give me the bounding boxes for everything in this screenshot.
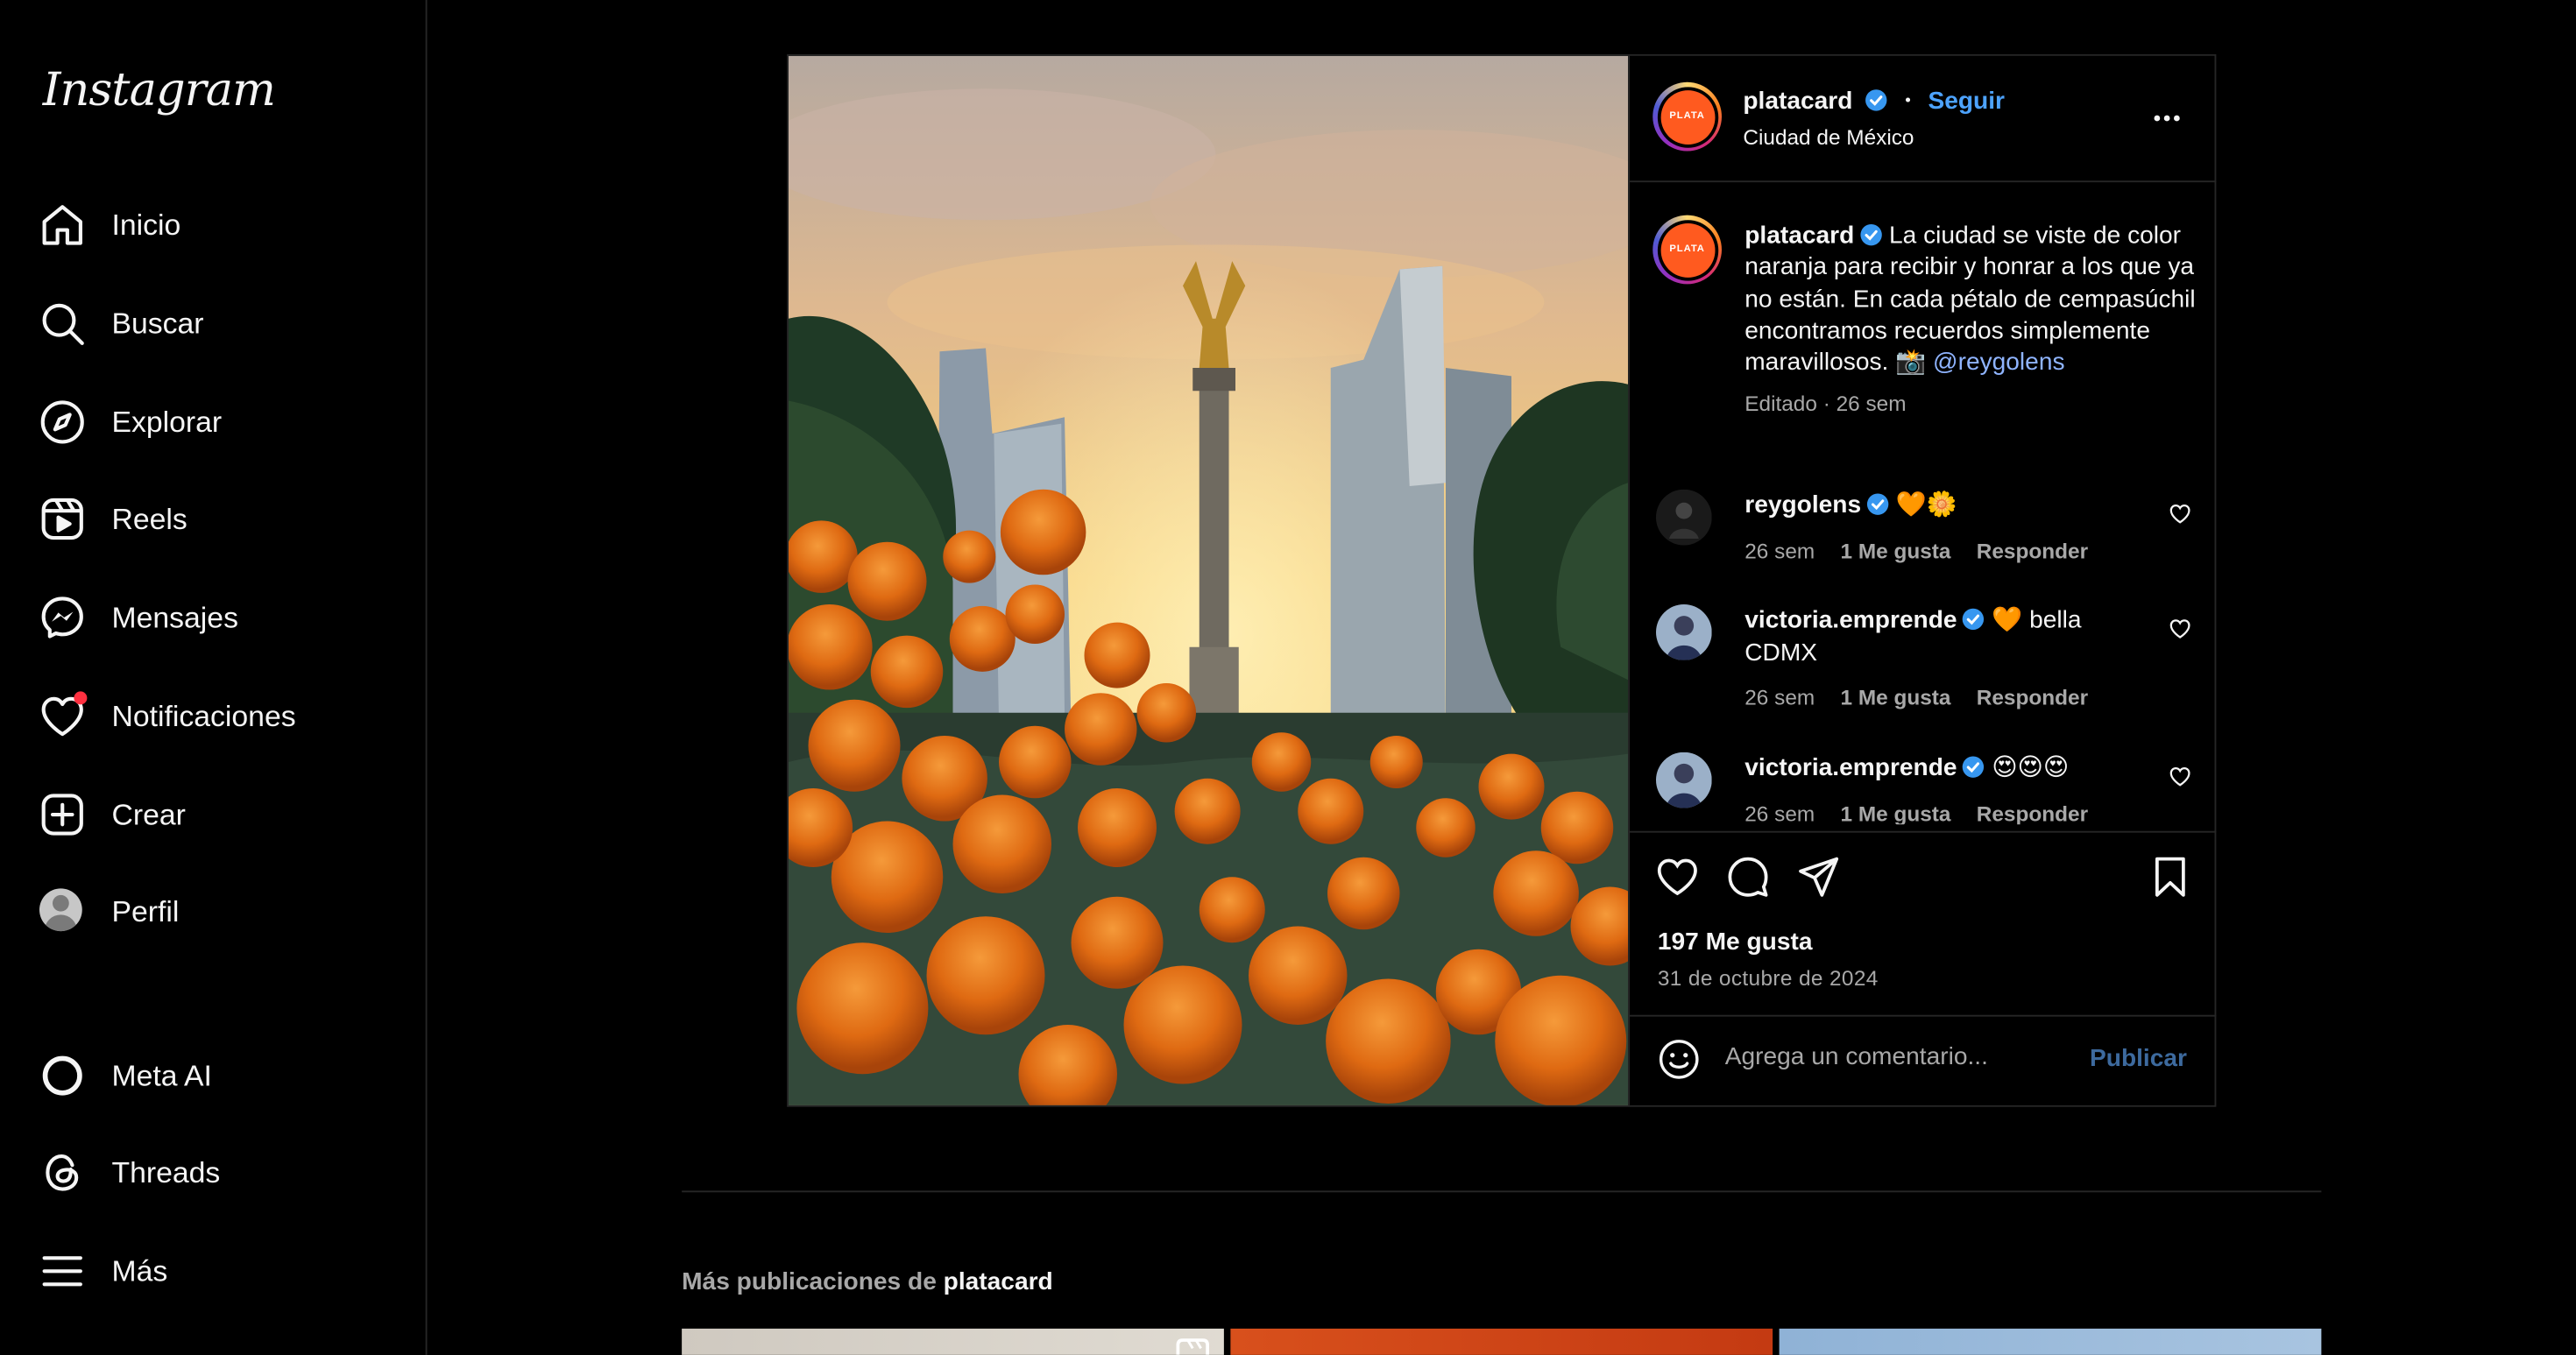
commenter-avatar[interactable]: [1656, 489, 1712, 546]
sidebar-item-label: Mensajes: [111, 600, 238, 633]
notification-dot: [74, 691, 88, 705]
sidebar-item-label: Threads: [111, 1155, 221, 1189]
comment-input[interactable]: [1724, 1042, 2054, 1071]
plus-square-icon: [39, 792, 86, 838]
sidebar-item-perfil[interactable]: Perfil: [39, 879, 179, 944]
comment-like-icon[interactable]: [2169, 618, 2191, 640]
commenter-username[interactable]: victoria.emprende: [1744, 754, 1957, 782]
sidebar-item-threads[interactable]: Threads: [39, 1140, 220, 1205]
instagram-logo[interactable]: Instagram: [43, 62, 276, 116]
comment-item: victoria.emprende 😍😍😍 26 sem 1 Me gusta …: [1656, 752, 2198, 824]
sidebar-item-explorar[interactable]: Explorar: [39, 389, 222, 455]
author-avatar[interactable]: PLATA: [1652, 81, 1722, 152]
comment-box: Publicar: [1630, 1013, 2216, 1105]
comment-icon[interactable]: [1727, 856, 1770, 899]
share-icon[interactable]: [1797, 856, 1840, 899]
sidebar-item-crear[interactable]: Crear: [39, 782, 186, 848]
instagram-page: Instagram Inicio Buscar Explorar Reels M…: [0, 0, 2576, 1355]
publish-button[interactable]: Publicar: [2090, 1045, 2187, 1073]
comment-text: 🧡🌼: [1895, 490, 1957, 519]
sidebar-item-reels[interactable]: Reels: [39, 486, 188, 552]
sidebar: Instagram Inicio Buscar Explorar Reels M…: [0, 0, 428, 1355]
sidebar-item-label: Crear: [111, 797, 186, 830]
sidebar-item-mas[interactable]: Más: [39, 1239, 167, 1304]
caption-meta: Editado · 26 sem: [1744, 392, 1907, 417]
save-icon[interactable]: [2149, 856, 2192, 899]
post-card: PLATA platacard • Seguir Ciudad de Méxic…: [787, 53, 2217, 1107]
search-icon: [39, 300, 86, 347]
messenger-icon: [39, 595, 86, 641]
post-photo[interactable]: [789, 55, 1629, 1105]
more-options-icon[interactable]: [2152, 113, 2182, 123]
sidebar-item-label: Más: [111, 1253, 168, 1288]
comment-likes[interactable]: 1 Me gusta: [1840, 685, 1950, 709]
meta-ai-icon: [39, 1053, 86, 1099]
comment-likes[interactable]: 1 Me gusta: [1840, 538, 1950, 562]
more-post-thumbnail[interactable]: [1230, 1328, 1773, 1355]
comment-like-icon[interactable]: [2169, 503, 2191, 526]
follow-button[interactable]: Seguir: [1928, 87, 2005, 115]
verified-badge-icon: [1865, 89, 1887, 111]
more-post-thumbnail[interactable]: [682, 1328, 1224, 1355]
post-actions: 197 Me gusta 31 de octubre de 2024: [1630, 830, 2217, 1017]
like-icon[interactable]: [1656, 856, 1699, 899]
reply-button[interactable]: Responder: [1977, 685, 2088, 709]
comment-time[interactable]: 26 sem: [1744, 801, 1815, 824]
post-date[interactable]: 31 de octubre de 2024: [1658, 966, 1879, 991]
verified-badge-icon: [1963, 608, 1985, 631]
compass-icon: [39, 399, 86, 446]
home-icon: [39, 202, 86, 249]
reply-button[interactable]: Responder: [1977, 801, 2088, 824]
commenter-avatar[interactable]: [1656, 752, 1712, 808]
verified-badge-icon: [1859, 223, 1882, 246]
sidebar-item-meta-ai[interactable]: Meta AI: [39, 1043, 212, 1109]
verified-badge-icon: [1866, 493, 1889, 515]
threads-icon: [39, 1150, 86, 1196]
sidebar-item-label: Reels: [111, 501, 188, 535]
comment-like-icon[interactable]: [2169, 766, 2191, 788]
reels-icon: [1176, 1338, 1209, 1355]
sidebar-item-label: Perfil: [111, 893, 180, 928]
author-username[interactable]: platacard: [1743, 87, 1852, 115]
likes-count[interactable]: 197 Me gusta: [1658, 928, 1813, 956]
emoji-icon[interactable]: [1658, 1038, 1701, 1081]
comment-likes[interactable]: 1 Me gusta: [1840, 801, 1950, 824]
comment-text: 😍😍😍: [1992, 753, 2070, 782]
sidebar-item-label: Meta AI: [111, 1058, 212, 1091]
commenter-username[interactable]: victoria.emprende: [1744, 606, 1957, 634]
reels-icon: [39, 496, 86, 542]
more-posts-prefix: Más publicaciones de: [682, 1267, 937, 1296]
sidebar-item-mensajes[interactable]: Mensajes: [39, 585, 238, 651]
avatar: [39, 888, 86, 935]
verified-badge-icon: [1963, 756, 1985, 778]
more-post-thumbnail[interactable]: [1779, 1328, 2322, 1355]
sidebar-item-label: Inicio: [111, 208, 181, 241]
caption-mention[interactable]: @reygolens: [1933, 349, 2065, 377]
post-caption: platacard La ciudad se viste de color na…: [1744, 220, 2197, 420]
sidebar-item-label: Notificaciones: [111, 698, 296, 732]
comment-time[interactable]: 26 sem: [1744, 538, 1815, 562]
sidebar-item-label: Explorar: [111, 405, 223, 438]
sidebar-item-inicio[interactable]: Inicio: [39, 192, 180, 258]
more-posts-author[interactable]: platacard: [944, 1268, 1053, 1296]
reply-button[interactable]: Responder: [1977, 538, 2088, 562]
post-sidebar: PLATA platacard • Seguir Ciudad de Méxic…: [1628, 55, 2217, 1105]
sidebar-item-notificaciones[interactable]: Notificaciones: [39, 683, 296, 749]
post-location[interactable]: Ciudad de México: [1743, 125, 1914, 150]
heart-icon: [39, 691, 88, 739]
sidebar-item-buscar[interactable]: Buscar: [39, 291, 204, 356]
sidebar-item-label: Buscar: [111, 306, 204, 340]
post-image: [789, 55, 1629, 1105]
more-posts-title: Más publicaciones de platacard: [682, 1268, 1053, 1296]
caption-username[interactable]: platacard: [1744, 222, 1854, 250]
separator-dot: •: [1905, 92, 1911, 110]
menu-icon: [39, 1248, 86, 1295]
post-header: PLATA platacard • Seguir Ciudad de Méxic…: [1630, 56, 2217, 183]
caption-avatar[interactable]: PLATA: [1652, 215, 1722, 285]
section-divider: [682, 1190, 2322, 1193]
commenter-avatar[interactable]: [1656, 604, 1712, 660]
commenter-username[interactable]: reygolens: [1744, 491, 1861, 519]
comment-time[interactable]: 26 sem: [1744, 685, 1815, 709]
